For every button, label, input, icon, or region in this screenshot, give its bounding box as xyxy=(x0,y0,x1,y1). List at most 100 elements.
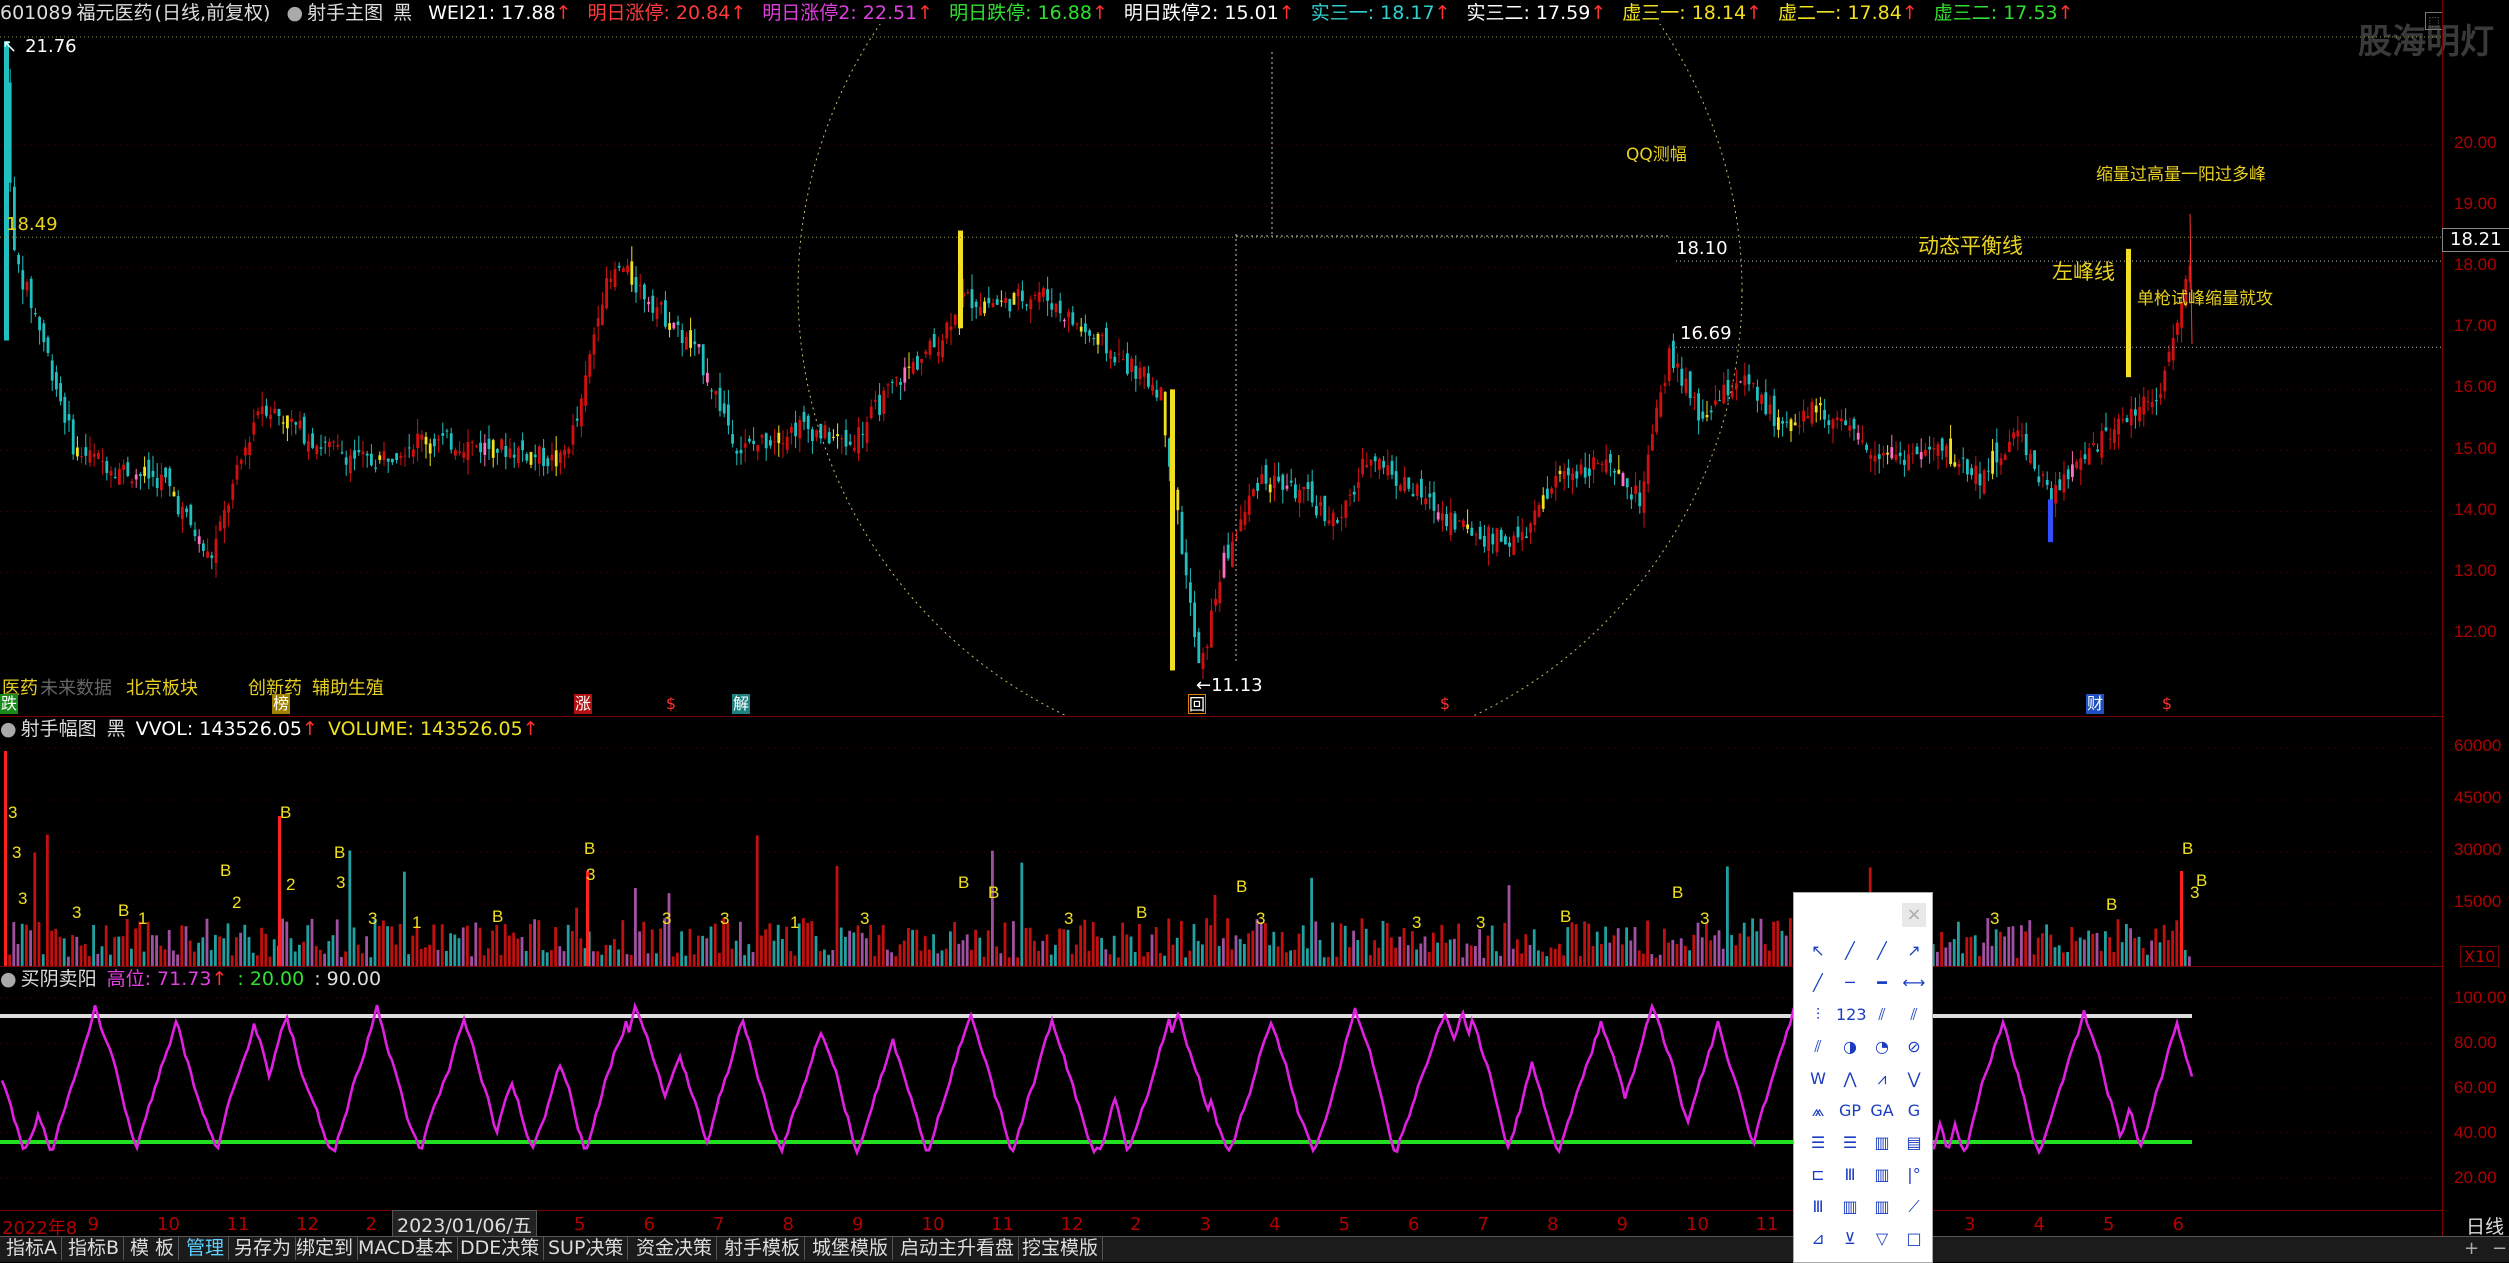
drawing-tool-4-icon[interactable]: ╱ xyxy=(1804,969,1832,997)
drawing-tool-17-icon[interactable]: ⋀ xyxy=(1836,1065,1864,1093)
toolbar-button-0[interactable]: 指标A xyxy=(2,1236,62,1260)
candle-body xyxy=(1516,526,1520,538)
drawing-tool-15-icon[interactable]: ⊘ xyxy=(1900,1033,1928,1061)
drawing-tool-6-icon[interactable]: ━ xyxy=(1868,969,1896,997)
oscillator-title[interactable]: 买阴卖阳 xyxy=(21,968,97,990)
drawing-tool-34-icon[interactable]: ▥ xyxy=(1868,1193,1896,1221)
drawing-tool-21-icon[interactable]: GP xyxy=(1836,1097,1864,1125)
period-selector[interactable]: 日线 xyxy=(2466,1212,2504,1239)
volume-bar xyxy=(2167,939,2170,966)
oscillator-collapse-icon[interactable]: ● xyxy=(0,968,17,990)
drawing-tool-38-icon[interactable]: ▽ xyxy=(1868,1225,1896,1253)
candle-body xyxy=(76,447,79,457)
indicator-collapse-icon[interactable]: ● xyxy=(286,2,303,24)
event-marker-dollar[interactable]: $ xyxy=(2158,694,2176,714)
event-marker-drop[interactable]: 跌 xyxy=(0,694,18,714)
candle-body xyxy=(995,299,999,305)
zoom-in-icon[interactable]: + xyxy=(2464,1238,2479,1259)
volume-bar xyxy=(772,940,776,966)
drawing-tool-26-icon[interactable]: ▥ xyxy=(1868,1129,1896,1157)
toolbar-button-1[interactable]: 指标B xyxy=(64,1236,125,1260)
toolbar-button-8[interactable]: SUP决策 xyxy=(544,1236,629,1260)
volume-bar xyxy=(2116,919,2120,966)
zoom-out-icon[interactable]: − xyxy=(2492,1238,2507,1259)
sector-future-data[interactable]: 未来数据 xyxy=(40,674,112,700)
drawing-tool-14-icon[interactable]: ◔ xyxy=(1868,1033,1896,1061)
drawing-tool-10-icon[interactable]: ⫽ xyxy=(1868,1001,1896,1029)
event-marker-dollar[interactable]: $ xyxy=(1436,694,1454,714)
palette-close-button[interactable]: × xyxy=(1902,903,1926,927)
candle-body xyxy=(1886,452,1889,455)
volume-chart[interactable]: 3333B1B2B2B331BB33313BB3BB333BB3333BB3B xyxy=(0,740,2442,966)
drawing-tool-27-icon[interactable]: ▤ xyxy=(1900,1129,1928,1157)
drawing-tool-36-icon[interactable]: ⊿ xyxy=(1804,1225,1832,1253)
event-marker-back[interactable]: 回 xyxy=(1188,694,1206,714)
drawing-tool-30-icon[interactable]: ▥ xyxy=(1868,1161,1896,1189)
drawing-tool-12-icon[interactable]: ⫽ xyxy=(1804,1033,1832,1061)
toolbar-button-7[interactable]: DDE决策 xyxy=(456,1236,545,1260)
toolbar-button-12[interactable]: 启动主升看盘 xyxy=(896,1236,1020,1260)
price-chart[interactable] xyxy=(0,24,2442,716)
drawing-tool-37-icon[interactable]: ⊻ xyxy=(1836,1225,1864,1253)
candle-body xyxy=(1709,410,1713,413)
volume-bar xyxy=(1612,935,1616,966)
toolbar-button-2[interactable]: 模 板 xyxy=(126,1236,180,1260)
drawing-tool-1-icon[interactable]: ╱ xyxy=(1836,937,1864,965)
candle-body xyxy=(697,344,701,348)
volume-title[interactable]: 射手幅图 xyxy=(21,718,97,740)
oscillator-chart[interactable] xyxy=(0,990,2442,1210)
drawing-tool-19-icon[interactable]: ⋁ xyxy=(1900,1065,1928,1093)
drawing-tool-13-icon[interactable]: ◑ xyxy=(1836,1033,1864,1061)
volume-collapse-icon[interactable]: ● xyxy=(0,718,17,740)
drawing-tool-8-icon[interactable]: ⫶ xyxy=(1804,1001,1832,1029)
drawing-tool-32-icon[interactable]: Ⅲ xyxy=(1804,1193,1832,1221)
drawing-tool-23-icon[interactable]: G xyxy=(1900,1097,1928,1125)
x-tick-label: 4 xyxy=(2033,1214,2045,1235)
sector-beijing[interactable]: 北京板块 xyxy=(126,674,198,700)
drawing-tool-2-icon[interactable]: ╱ xyxy=(1868,937,1896,965)
event-marker-rise[interactable]: 涨 xyxy=(574,694,592,714)
candle-body xyxy=(1180,512,1184,554)
drawing-tool-9-icon[interactable]: 123 xyxy=(1836,1001,1867,1029)
toolbar-button-4[interactable]: 另存为 xyxy=(230,1236,297,1260)
sector-assisted-reproduction[interactable]: 辅助生殖 xyxy=(312,674,384,700)
drawing-tool-31-icon[interactable]: |° xyxy=(1900,1161,1928,1189)
drawing-tool-20-icon[interactable]: ⩕ xyxy=(1804,1097,1832,1125)
toolbar-button-6[interactable]: MACD基本 xyxy=(354,1236,458,1260)
candle-body xyxy=(1449,512,1453,536)
drawing-tool-22-icon[interactable]: GA xyxy=(1868,1097,1896,1125)
drawing-tool-7-icon[interactable]: ⟷ xyxy=(1900,969,1928,997)
drawing-tool-28-icon[interactable]: ⊏ xyxy=(1804,1161,1832,1189)
toolbar-button-11[interactable]: 城堡模版 xyxy=(808,1236,894,1260)
event-marker-rank[interactable]: 榜 xyxy=(272,694,290,714)
drawing-tool-29-icon[interactable]: Ⅲ xyxy=(1836,1161,1864,1189)
drawing-tool-35-icon[interactable]: ⟋ xyxy=(1900,1193,1928,1221)
event-marker-unlock[interactable]: 解 xyxy=(732,694,750,714)
indicator-name[interactable]: 射手主图 xyxy=(307,2,383,24)
toolbar-button-10[interactable]: 射手模板 xyxy=(720,1236,806,1260)
toolbar-button-3[interactable]: 管理 xyxy=(182,1236,230,1260)
toolbar-button-13[interactable]: 挖宝模版 xyxy=(1018,1236,1104,1260)
drawing-tool-16-icon[interactable]: W xyxy=(1804,1065,1832,1093)
drawing-tools-palette[interactable]: × ↖ ╱ ╱ ↗ ╱ ─ ━ ⟷ ⫶ 123 ⫽ ⫽ ⫽ ◑ ◔ ⊘ W ⋀ ⩘ ⋁ ⩕ GP GA G ☰ ☰ ▥ ▤ ⊏ Ⅲ ▥ |° Ⅲ… xyxy=(1793,892,1933,1263)
drawing-tool-0-icon[interactable]: ↖ xyxy=(1804,937,1832,965)
drawing-tool-24-icon[interactable]: ☰ xyxy=(1804,1129,1832,1157)
toolbar-button-9[interactable]: 资金决策 xyxy=(632,1236,718,1260)
drawing-tool-5-icon[interactable]: ─ xyxy=(1836,969,1864,997)
drawing-tool-18-icon[interactable]: ⩘ xyxy=(1868,1065,1896,1093)
candle-body xyxy=(1928,446,1931,450)
volume-bar xyxy=(604,944,608,966)
volume-bar xyxy=(629,954,633,966)
drawing-tool-33-icon[interactable]: ▥ xyxy=(1836,1193,1864,1221)
volume-bar xyxy=(1377,947,1381,966)
event-marker-dollar[interactable]: $ xyxy=(662,694,680,714)
drawing-tool-3-icon[interactable]: ↗ xyxy=(1900,937,1928,965)
toolbar-button-5[interactable]: 绑定到 xyxy=(292,1236,359,1260)
event-marker-finance[interactable]: 财 xyxy=(2086,694,2104,714)
drawing-tool-11-icon[interactable]: ⫽ xyxy=(1900,1001,1928,1029)
volume-bar xyxy=(1075,944,1078,966)
drawing-tool-25-icon[interactable]: ☰ xyxy=(1836,1129,1864,1157)
drawing-tool-39-icon[interactable]: □ xyxy=(1900,1225,1928,1253)
candle-body xyxy=(1193,602,1196,638)
x-axis: 2022年89101112234567891011122345678910111… xyxy=(0,1212,2442,1239)
